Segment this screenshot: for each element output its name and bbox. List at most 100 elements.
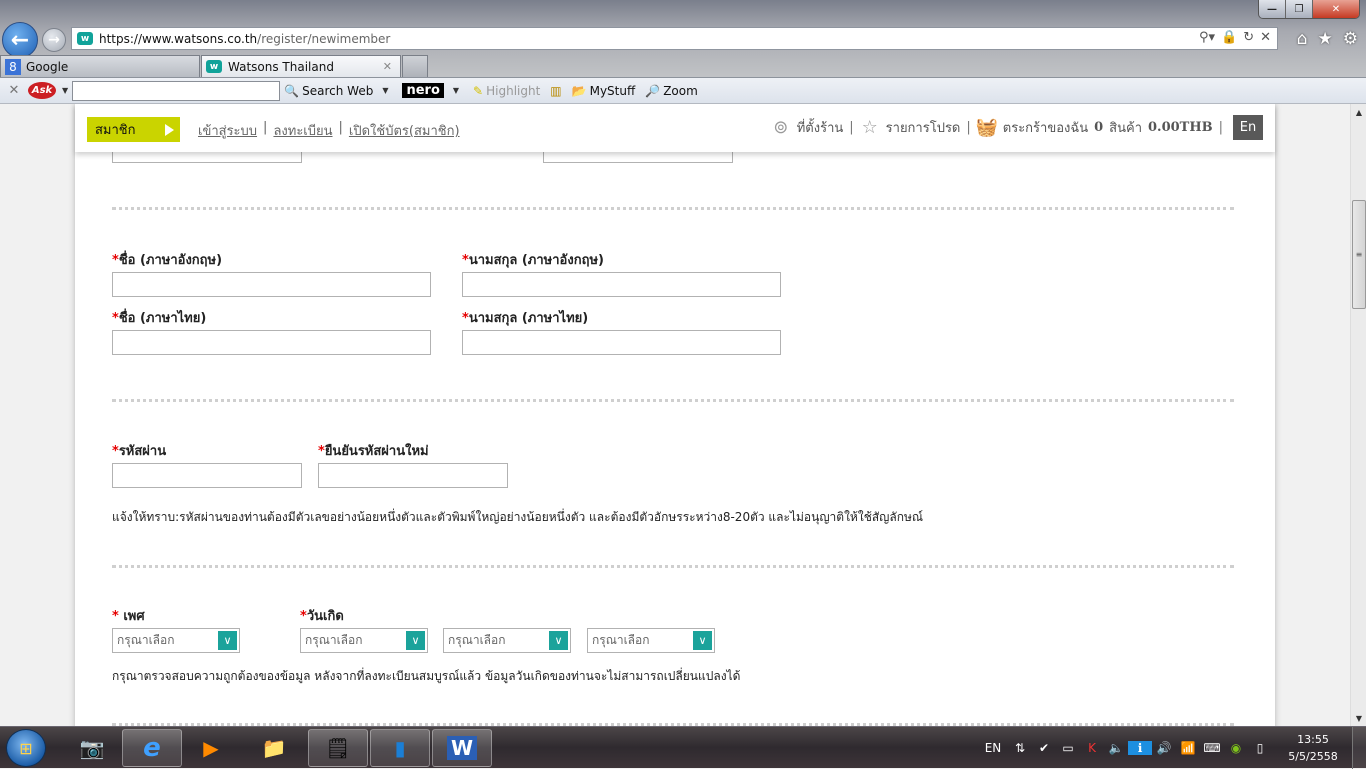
- register-link[interactable]: ลงทะเบียน: [273, 120, 332, 141]
- required-mark: *: [112, 609, 119, 624]
- zoom-label: Zoom: [663, 83, 698, 98]
- login-link[interactable]: เข้าสู่ระบบ: [198, 120, 257, 141]
- tray-info-icon[interactable]: ℹ: [1128, 741, 1152, 755]
- birthday-month-select[interactable]: กรุณาเลือก ∨: [443, 628, 571, 653]
- taskbar-file-explorer[interactable]: 📁: [244, 729, 304, 767]
- internet-explorer-icon: e: [143, 733, 161, 763]
- back-button[interactable]: ←: [2, 22, 38, 58]
- ask-search-input[interactable]: [72, 80, 281, 101]
- language-indicator[interactable]: EN: [978, 741, 1008, 755]
- required-mark: *: [462, 253, 469, 268]
- selected-value: กรุณาเลือก: [305, 633, 363, 647]
- last-name-th-input[interactable]: [462, 330, 781, 355]
- vertical-scrollbar[interactable]: ▲ ≡ ▼: [1350, 104, 1366, 726]
- search-web-button[interactable]: 🔍 Search Web ▼: [284, 84, 392, 98]
- media-player-icon: ▶: [203, 736, 219, 760]
- tab-google[interactable]: 8 Google: [0, 55, 200, 77]
- tray-nvidia-icon[interactable]: ◉: [1224, 741, 1248, 755]
- minimize-button[interactable]: —: [1259, 0, 1286, 18]
- refresh-icon[interactable]: ↻: [1243, 30, 1254, 45]
- label-text: ชื่อ (ภาษาไทย): [118, 311, 207, 326]
- device-icon: ▮: [394, 736, 406, 760]
- tray-antivirus-icon[interactable]: K: [1080, 741, 1104, 755]
- chevron-down-icon[interactable]: ∨: [549, 631, 568, 650]
- birthday-day-select[interactable]: กรุณาเลือก ∨: [300, 628, 428, 653]
- store-locator-link[interactable]: ที่ตั้งร้าน: [797, 117, 844, 138]
- password-label: *รหัสผ่าน: [112, 440, 166, 461]
- tray-battery-icon[interactable]: ▯: [1248, 741, 1272, 755]
- tray-keyboard-icon[interactable]: ⌨: [1200, 741, 1224, 755]
- show-desktop-button[interactable]: [1352, 727, 1366, 769]
- tray-check-icon[interactable]: ✔: [1032, 741, 1056, 755]
- taskbar-sticky-notes[interactable]: 🗒: [308, 729, 368, 767]
- tray-network-switch-icon[interactable]: ⇅: [1008, 741, 1032, 755]
- tray-volume-icon[interactable]: 🔊: [1152, 741, 1176, 755]
- password-requirements-note: แจ้งให้ทราบ:รหัสผ่านของท่านต้องมีตัวเลขอ…: [112, 510, 924, 524]
- close-window-button[interactable]: ✕: [1313, 0, 1359, 18]
- tools-gear-icon[interactable]: ⚙: [1343, 29, 1358, 49]
- last-name-en-input[interactable]: [462, 272, 781, 297]
- gender-select[interactable]: กรุณาเลือก ∨: [112, 628, 240, 653]
- highlight-button[interactable]: ✎ Highlight: [473, 84, 540, 98]
- birthday-year-select[interactable]: กรุณาเลือก ∨: [587, 628, 715, 653]
- language-switch-button[interactable]: En: [1233, 115, 1263, 140]
- taskbar-internet-explorer[interactable]: e: [122, 729, 182, 767]
- required-mark: *: [300, 609, 307, 624]
- first-name-en-input[interactable]: [112, 272, 431, 297]
- wishlist-link[interactable]: รายการโปรด: [886, 117, 961, 138]
- member-menu-button[interactable]: สมาชิก: [87, 117, 180, 142]
- scroll-down-arrow-icon[interactable]: ▼: [1351, 710, 1366, 726]
- registration-page: *ชื่อ (ภาษาอังกฤษ) *นามสกุล (ภาษาอังกฤษ)…: [75, 104, 1275, 726]
- forward-button[interactable]: →: [42, 28, 66, 52]
- scroll-up-arrow-icon[interactable]: ▲: [1351, 104, 1366, 120]
- home-icon[interactable]: ⌂: [1297, 29, 1308, 49]
- password-input[interactable]: [112, 463, 302, 488]
- chevron-down-icon[interactable]: ∨: [406, 631, 425, 650]
- zoom-button[interactable]: 🔎 Zoom: [645, 84, 698, 98]
- url-text[interactable]: https://www.watsons.co.th/register/newim…: [99, 32, 390, 46]
- taskbar-word[interactable]: W: [432, 729, 492, 767]
- close-tab-icon[interactable]: ✕: [383, 60, 392, 73]
- chevron-down-icon[interactable]: ∨: [218, 631, 237, 650]
- activate-card-link[interactable]: เปิดใช้บัตร(สมาชิก): [349, 120, 460, 141]
- magnifier-icon: 🔍: [284, 83, 300, 98]
- taskbar-device-app[interactable]: ▮: [370, 729, 430, 767]
- clock[interactable]: 13:55 5/5/2558: [1278, 731, 1348, 765]
- nero-button[interactable]: nero ▼: [402, 83, 463, 98]
- tray-signal-icon[interactable]: 📶: [1176, 741, 1200, 755]
- scrollbar-thumb[interactable]: ≡: [1352, 200, 1366, 309]
- favorites-star-icon[interactable]: ★: [1318, 29, 1333, 49]
- chevron-down-icon[interactable]: ▼: [453, 86, 459, 95]
- tray-audio-manager-icon[interactable]: 🔈: [1104, 741, 1128, 755]
- watsons-favicon-icon: w: [206, 60, 222, 73]
- first-name-th-input[interactable]: [112, 330, 431, 355]
- tray-display-icon[interactable]: ▭: [1056, 741, 1080, 755]
- chevron-down-icon[interactable]: ▼: [62, 86, 68, 95]
- confirm-password-input[interactable]: [318, 463, 508, 488]
- header-right: ⊚ ที่ตั้งร้าน | ☆ รายการโปรด | 🧺 ตระกร้า…: [771, 115, 1263, 140]
- tab-watsons-thailand[interactable]: w Watsons Thailand ✕: [201, 55, 401, 77]
- url-path: /register/newimember: [257, 31, 391, 46]
- search-dropdown-icon[interactable]: ⚲▾: [1199, 30, 1215, 45]
- separator: |: [338, 120, 343, 135]
- close-toolbar-icon[interactable]: ✕: [0, 83, 28, 98]
- cart-link[interactable]: ตระกร้าของฉัน: [1003, 117, 1088, 138]
- start-button[interactable]: ⊞: [6, 729, 46, 767]
- notes-button[interactable]: ▥: [550, 84, 561, 98]
- address-bar[interactable]: w https://www.watsons.co.th/register/new…: [71, 27, 1278, 50]
- maximize-button[interactable]: ❐: [1286, 0, 1313, 18]
- chevron-down-icon[interactable]: ∨: [693, 631, 712, 650]
- stop-icon[interactable]: ✕: [1260, 30, 1271, 45]
- lock-icon[interactable]: 🔒: [1221, 30, 1237, 45]
- new-tab-button[interactable]: [402, 55, 428, 77]
- taskbar-media-player[interactable]: ▶: [181, 729, 241, 767]
- chevron-down-icon[interactable]: ▼: [382, 86, 388, 95]
- arrow-right-icon: →: [48, 32, 60, 48]
- tab-strip: 8 Google w Watsons Thailand ✕: [0, 55, 428, 77]
- taskbar-camera[interactable]: 📷: [62, 729, 122, 767]
- mystuff-button[interactable]: 📂 MyStuff: [572, 84, 636, 98]
- selected-value: กรุณาเลือก: [117, 633, 175, 647]
- separator: |: [849, 120, 854, 135]
- ask-logo-icon[interactable]: Ask: [28, 82, 56, 99]
- gender-label: * เพศ: [112, 605, 145, 626]
